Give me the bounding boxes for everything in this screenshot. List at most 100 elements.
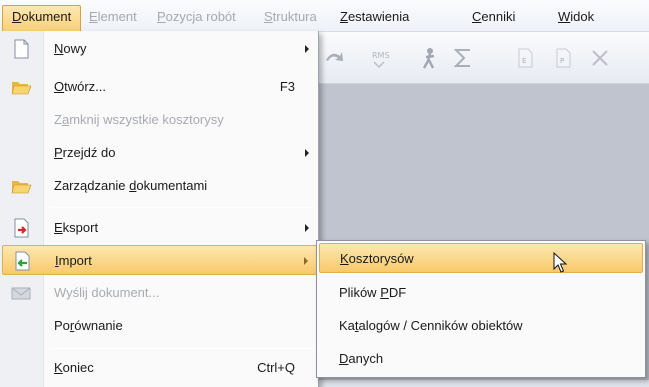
new-document-icon <box>14 39 29 59</box>
submenu-item-plikow-pdf[interactable]: Plików PDF <box>319 278 643 308</box>
redo-icon[interactable] <box>322 46 346 70</box>
mouse-cursor-icon <box>553 252 568 273</box>
workspace-bottom-strip <box>318 380 649 387</box>
menu-item-import-label: Import <box>55 253 92 268</box>
menu-item-porownanie-label: Porównanie <box>54 318 123 333</box>
e-doc-icon-text: E <box>522 57 526 65</box>
menu-item-porownanie[interactable]: Porównanie <box>2 311 317 341</box>
submenu-arrow-icon <box>304 257 308 265</box>
submenu-item-katalogow-label: Katalogów / Cenników obiektów <box>339 318 523 333</box>
label-post: mknij wszystkie kosztorysy <box>69 112 224 127</box>
menu-item-zamknij-wszystkie[interactable]: Zamknij wszystkie kosztorysy <box>2 105 317 135</box>
menu-pozycja-robot-mnemonic: P <box>157 9 166 24</box>
label-post: mport <box>58 253 92 268</box>
menu-bar: Dokument Element Pozycja robót Struktura… <box>0 0 649 32</box>
menu-separator <box>50 348 314 349</box>
menu-dokument-mnemonic: D <box>12 9 22 24</box>
p-doc-icon[interactable]: P <box>551 46 575 70</box>
menu-zestawienia-mnemonic: Z <box>340 9 348 24</box>
folder-manage-icon <box>11 181 32 194</box>
label-pre: Zarządzanie <box>54 178 130 193</box>
menu-separator <box>50 207 314 208</box>
dokument-dropdown-menu: Nowy Otwórz... F3 Zamknij wszystkie kosz… <box>0 31 319 387</box>
export-icon <box>14 218 29 238</box>
submenu-item-katalogow-cennikow[interactable]: Katalogów / Cenników obiektów <box>319 311 643 341</box>
label-post: anych <box>348 351 384 366</box>
label-pre: Po <box>54 318 70 333</box>
label-post: ksport <box>62 220 99 235</box>
label-pre: Z <box>54 112 62 127</box>
submenu-item-pdf-label: Plików PDF <box>339 285 406 300</box>
rms-icon[interactable]: RMS <box>370 46 394 70</box>
submenu-item-kosztorysow-label: Kosztorysów <box>340 251 414 266</box>
menu-dokument-label: okument <box>21 9 72 24</box>
menu-item-zamknij-label: Zamknij wszystkie kosztorysy <box>54 112 224 127</box>
submenu-item-danych[interactable]: Danych <box>319 344 643 374</box>
label-mnemonic: P <box>54 145 63 160</box>
label-post: rzejdź do <box>62 145 116 160</box>
label-mnemonic: O <box>54 79 65 94</box>
menu-cenniki-mnemonic: C <box>472 9 482 24</box>
menu-item-zarzadzanie-label: Zarządzanie dokumentami <box>54 178 207 193</box>
label-pre: Ka <box>339 318 355 333</box>
menu-item-nowy[interactable]: Nowy <box>2 34 317 64</box>
menu-cenniki-label: enniki <box>481 9 516 24</box>
mail-icon <box>11 287 31 300</box>
menu-item-otworz-label: Otwórz... <box>54 79 106 94</box>
menu-element-label: lement <box>97 9 137 24</box>
label-pre: Wyślij dokument <box>54 285 149 300</box>
delete-icon[interactable] <box>588 46 612 70</box>
label-post: owy <box>63 41 87 56</box>
menu-item-otworz[interactable]: Otwórz... F3 <box>2 72 317 102</box>
p-doc-icon-text: P <box>560 57 564 65</box>
menu-pozycja-robot-label: ozycja robót <box>165 9 236 24</box>
menu-item-przejdz-do[interactable]: Przejdź do <box>2 138 317 168</box>
label-post: twórz... <box>64 79 107 94</box>
menu-cenniki[interactable]: Cenniki <box>463 7 524 29</box>
menu-item-nowy-label: Nowy <box>54 41 87 56</box>
shortcut-ctrl-q: Ctrl+Q <box>257 360 295 375</box>
import-submenu: Kosztorysów Plików PDF Katalogów / Cenni… <box>316 240 646 378</box>
menu-item-koniec[interactable]: Koniec Ctrl+Q <box>2 353 317 383</box>
submenu-item-kosztorysow[interactable]: Kosztorysów <box>319 243 643 273</box>
menu-struktura[interactable]: Struktura <box>255 7 326 29</box>
e-doc-icon[interactable]: E <box>513 46 537 70</box>
submenu-arrow-icon <box>305 45 309 53</box>
menu-item-przejdz-label: Przejdź do <box>54 145 115 160</box>
menu-item-koniec-label: Koniec <box>54 360 94 375</box>
label-mnemonic: K <box>340 251 349 266</box>
menu-item-eksport-label: Eksport <box>54 220 98 235</box>
menu-struktura-mnemonic: S <box>264 9 273 24</box>
menu-item-wyslij-dokument[interactable]: Wyślij dokument... <box>2 278 317 308</box>
shortcut-f3: F3 <box>279 79 295 94</box>
menu-item-import[interactable]: Import <box>2 245 317 275</box>
menu-struktura-label: truktura <box>272 9 317 24</box>
open-folder-icon <box>11 82 32 95</box>
menu-item-eksport[interactable]: Eksport <box>2 213 317 243</box>
menu-zestawienia[interactable]: Zestawienia <box>331 7 418 29</box>
label-post: alogów / Cenników obiektów <box>358 318 523 333</box>
worker-icon[interactable] <box>418 46 442 70</box>
menu-widok[interactable]: Widok <box>549 7 603 29</box>
menu-item-wyslij-label: Wyślij dokument... <box>54 285 159 300</box>
label-mnemonic: K <box>54 360 63 375</box>
label-post: ównanie <box>74 318 123 333</box>
menu-element[interactable]: Element <box>80 7 146 29</box>
toolbar: RMS E P <box>318 32 649 84</box>
submenu-arrow-icon <box>305 149 309 157</box>
import-icon <box>15 251 30 271</box>
menu-widok-label: idok <box>570 9 595 24</box>
label-mnemonic: D <box>339 351 349 366</box>
menu-element-mnemonic: E <box>89 9 98 24</box>
submenu-arrow-icon <box>305 224 309 232</box>
label-mnemonic: E <box>54 220 63 235</box>
menu-dokument[interactable]: Dokument <box>2 5 82 32</box>
label-post: osztorysów <box>348 251 414 266</box>
label-post: DF <box>388 285 407 300</box>
submenu-item-danych-label: Danych <box>339 351 383 366</box>
menu-pozycja-robot[interactable]: Pozycja robót <box>148 7 245 29</box>
sum-icon[interactable] <box>451 46 475 70</box>
label-mnemonic: N <box>54 41 64 56</box>
menu-item-zarzadzanie[interactable]: Zarządzanie dokumentami <box>2 171 317 201</box>
label-pre: Plików <box>339 285 381 300</box>
